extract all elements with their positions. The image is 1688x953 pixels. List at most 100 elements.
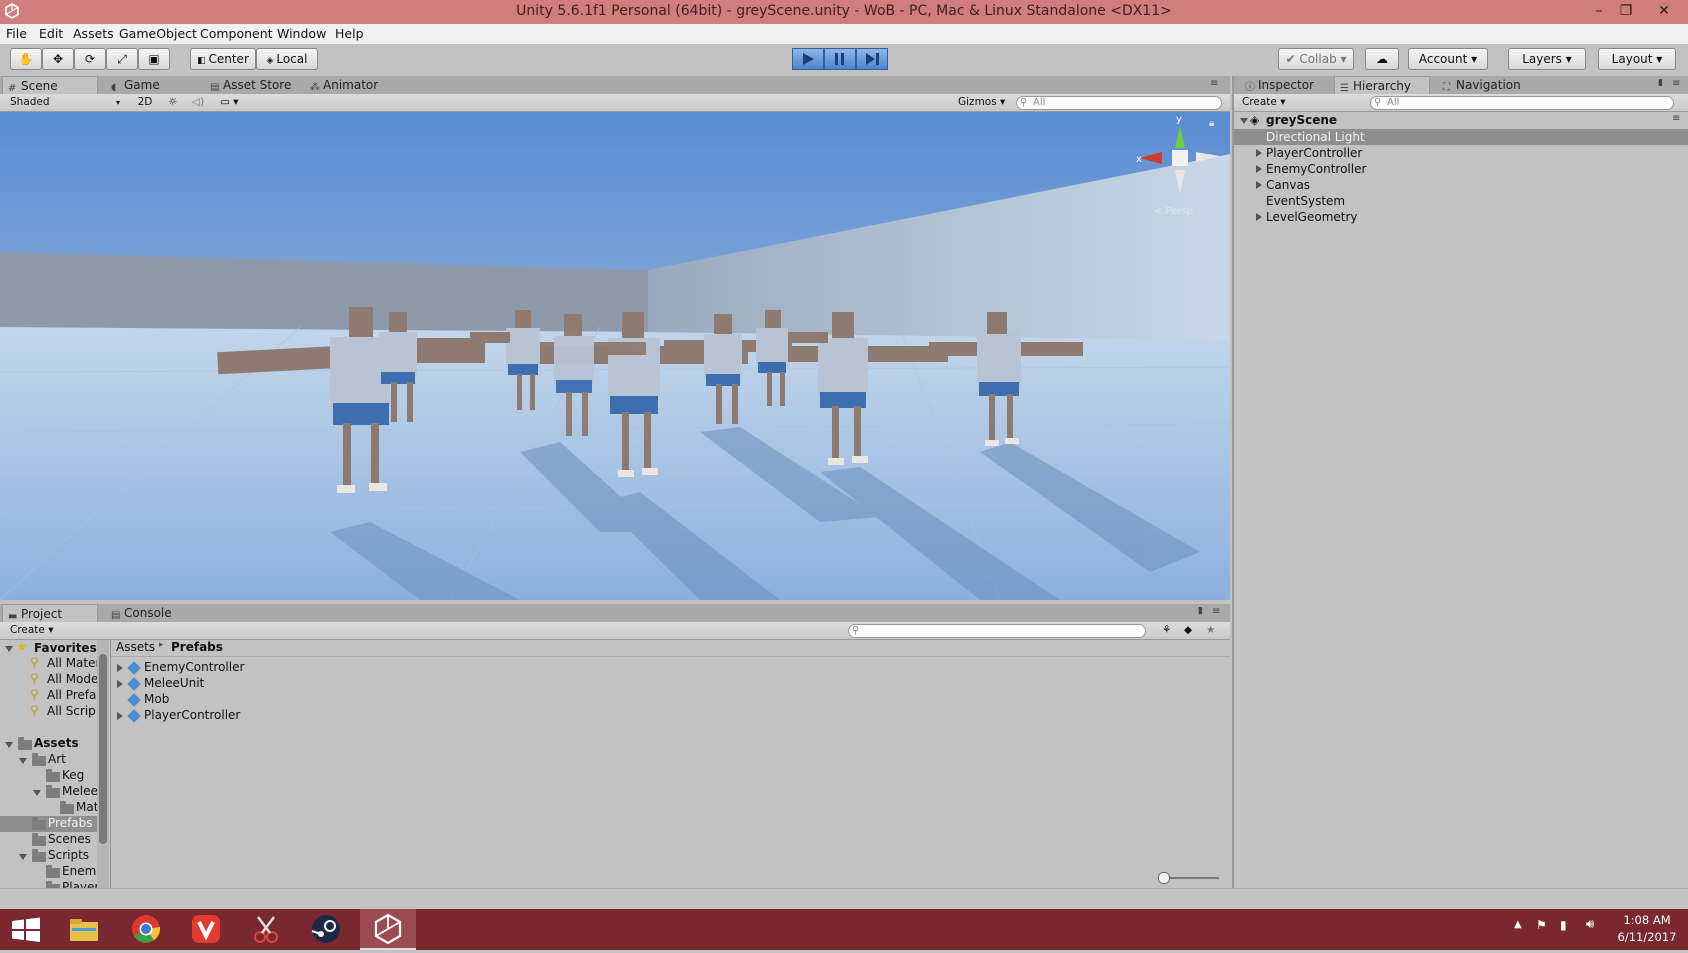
tree-scrollbar[interactable]: [97, 640, 109, 888]
favorites-arrow-icon[interactable]: [5, 646, 13, 652]
folder-tree-item[interactable]: Prefabs: [0, 816, 97, 832]
favorite-star-icon[interactable]: ★: [1206, 623, 1220, 638]
audio-toggle-icon[interactable]: ◁): [192, 95, 208, 110]
folder-tree-item[interactable]: Mat: [0, 800, 98, 816]
folder-tree-item[interactable]: Scenes: [0, 832, 97, 848]
expand-arrow-icon[interactable]: [1256, 165, 1262, 173]
tab-game[interactable]: ◖ Game: [106, 76, 196, 94]
action-center-flag-icon[interactable]: ⚑: [1536, 918, 1547, 932]
scale-tool-button[interactable]: ⤢: [106, 48, 138, 70]
show-hidden-icons-icon[interactable]: ▲: [1514, 919, 1522, 930]
expand-arrow-icon[interactable]: [117, 712, 123, 720]
collapse-arrow-icon[interactable]: [19, 854, 27, 860]
maximize-button[interactable]: ❐: [1612, 2, 1640, 20]
expand-arrow-icon[interactable]: [1256, 149, 1262, 157]
effects-dropdown-icon[interactable]: ▭ ▾: [220, 95, 244, 110]
clock-time[interactable]: 1:08 AM: [1612, 913, 1682, 927]
layout-dropdown[interactable]: Layout ▾: [1598, 48, 1676, 70]
volume-icon[interactable]: 🔊︎: [1586, 917, 1594, 932]
steam-button[interactable]: [298, 909, 354, 950]
collapse-arrow-icon[interactable]: [1240, 118, 1248, 124]
step-button[interactable]: [856, 48, 888, 70]
hierarchy-item[interactable]: EnemyController: [1234, 161, 1688, 177]
panel-menu-icon[interactable]: ≡: [1210, 78, 1218, 89]
pivot-center-button[interactable]: ◧ Center: [190, 48, 256, 70]
menu-window[interactable]: Window: [277, 26, 326, 41]
panel-lock-icon[interactable]: ▮: [1658, 78, 1663, 88]
vivaldi-button[interactable]: [178, 909, 234, 950]
scene-menu-icon[interactable]: ≡: [1672, 113, 1680, 124]
prefab-item[interactable]: Mob: [111, 692, 511, 708]
menu-help[interactable]: Help: [335, 26, 364, 41]
panel-lock-icon[interactable]: ▮: [1198, 606, 1203, 616]
scene-viewport[interactable]: y x < Persp 🔒︎: [0, 112, 1230, 600]
lock-icon[interactable]: 🔒︎: [1209, 118, 1214, 129]
prefab-item[interactable]: MeleeUnit: [111, 676, 511, 692]
hierarchy-item[interactable]: LevelGeometry: [1234, 209, 1688, 225]
tree-scrollbar-thumb[interactable]: [99, 654, 107, 844]
collab-button[interactable]: ✔ Collab ▾: [1278, 48, 1354, 70]
layers-dropdown[interactable]: Layers ▾: [1508, 48, 1586, 70]
rotate-tool-button[interactable]: ⟳: [74, 48, 106, 70]
folder-tree-item[interactable]: Scripts: [0, 848, 97, 864]
start-button[interactable]: [0, 909, 56, 950]
gizmos-dropdown[interactable]: Gizmos ▾: [958, 95, 1012, 110]
play-button[interactable]: [792, 48, 824, 70]
collapse-arrow-icon[interactable]: [19, 758, 27, 764]
folder-tree-item[interactable]: Player: [0, 880, 99, 888]
assets-arrow-icon[interactable]: [5, 742, 13, 748]
menu-assets[interactable]: Assets: [73, 26, 114, 41]
filter-by-label-icon[interactable]: ◆: [1184, 623, 1198, 638]
tab-navigation[interactable]: ⛶ Navigation: [1438, 76, 1538, 94]
menu-gameobject[interactable]: GameObject: [119, 26, 197, 41]
folder-tree-item[interactable]: Keg: [0, 768, 97, 784]
2d-toggle[interactable]: 2D: [134, 95, 156, 110]
menu-edit[interactable]: Edit: [39, 26, 63, 41]
folder-tree-item[interactable]: Enem: [0, 864, 97, 880]
tab-console[interactable]: ▤ Console: [106, 604, 186, 622]
icon-size-slider-thumb[interactable]: [1158, 872, 1170, 884]
rect-tool-button[interactable]: ▣: [138, 48, 170, 70]
breadcrumb-prefabs[interactable]: Prefabs: [171, 640, 223, 654]
lighting-toggle-icon[interactable]: ☼: [168, 95, 184, 110]
network-icon[interactable]: ▮: [1560, 918, 1567, 932]
tab-project[interactable]: ▬ Project: [2, 604, 98, 622]
hierarchy-item[interactable]: Canvas: [1234, 177, 1688, 193]
prefab-item[interactable]: EnemyController: [111, 660, 511, 676]
panel-menu-icon[interactable]: ≡: [1212, 606, 1220, 617]
favorite-item[interactable]: All Mode: [47, 672, 98, 686]
collapse-arrow-icon[interactable]: [33, 790, 41, 796]
hierarchy-item[interactable]: Directional Light: [1234, 129, 1688, 145]
minimize-button[interactable]: –: [1585, 2, 1613, 20]
scene-search-input[interactable]: ⚲ All: [1016, 96, 1222, 110]
scene-root-row[interactable]: ◈ greyScene ≡: [1234, 113, 1688, 129]
pivot-local-button[interactable]: ◈ Local: [256, 48, 318, 70]
shading-mode-dropdown[interactable]: Shaded ▾: [10, 95, 120, 110]
filter-by-type-icon[interactable]: ⚘: [1162, 623, 1176, 638]
tab-hierarchy[interactable]: ☰ Hierarchy: [1334, 76, 1430, 94]
unity-taskbar-button[interactable]: [360, 909, 416, 950]
projection-label[interactable]: < Persp: [1154, 206, 1193, 217]
move-tool-button[interactable]: ✥: [42, 48, 74, 70]
folder-tree-item[interactable]: Art: [0, 752, 97, 768]
account-dropdown[interactable]: Account ▾: [1408, 48, 1488, 70]
expand-arrow-icon[interactable]: [1256, 213, 1262, 221]
menu-component[interactable]: Component: [200, 26, 273, 41]
hierarchy-item[interactable]: PlayerController: [1234, 145, 1688, 161]
expand-arrow-icon[interactable]: [117, 664, 123, 672]
expand-arrow-icon[interactable]: [117, 680, 123, 688]
favorite-item[interactable]: All Prefa: [47, 688, 96, 702]
menu-file[interactable]: File: [6, 26, 27, 41]
scene-orientation-gizmo[interactable]: y x < Persp: [1130, 114, 1230, 226]
favorite-item[interactable]: All Mater: [47, 656, 100, 670]
prefab-item[interactable]: PlayerController: [111, 708, 511, 724]
chrome-button[interactable]: [118, 909, 174, 950]
breadcrumb-assets[interactable]: Assets: [116, 640, 155, 654]
cloud-button[interactable]: ☁: [1365, 48, 1399, 70]
tab-scene[interactable]: # Scene: [2, 76, 98, 94]
folder-tree-item[interactable]: Melee: [0, 784, 98, 800]
panel-menu-icon[interactable]: ≡: [1672, 78, 1680, 89]
close-button[interactable]: ✕: [1650, 2, 1678, 20]
clock-date[interactable]: 6/11/2017: [1612, 930, 1682, 944]
snipping-tool-button[interactable]: [238, 909, 294, 950]
